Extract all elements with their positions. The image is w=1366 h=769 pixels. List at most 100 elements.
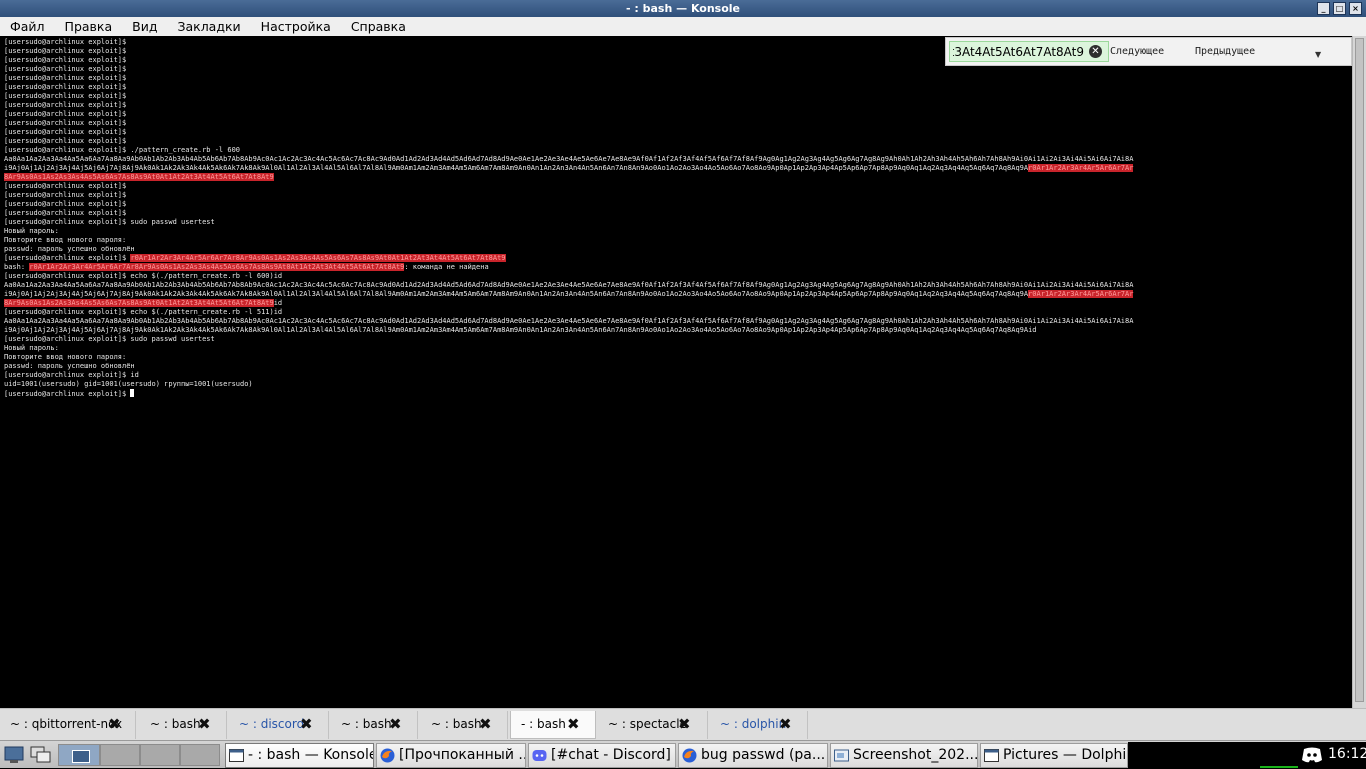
tab-label: ~ : spectacle (608, 717, 687, 731)
search-match-highlight: r0Ar1Ar2Ar3Ar4Ar5Ar6Ar7Ar (1028, 290, 1134, 298)
terminal-cursor (130, 389, 135, 397)
search-next-button[interactable]: Следующее (1110, 46, 1164, 57)
dolphin-icon (984, 749, 999, 762)
pager-desktop-3[interactable] (140, 744, 180, 766)
terminal-area[interactable]: [usersudo@archlinux exploit]$ [usersudo@… (0, 36, 1352, 708)
tab-bash-active[interactable]: - : bash ✖ (510, 711, 596, 739)
pager-window-thumb-icon (72, 750, 90, 763)
task-dolphin[interactable]: Pictures — Dolphin (980, 743, 1128, 768)
terminal-line: [usersudo@archlinux exploit]$ (4, 65, 126, 73)
terminal-text: [usersudo@archlinux exploit]$ (4, 119, 127, 127)
discord-tray-icon[interactable] (1300, 746, 1324, 764)
terminal-line: [usersudo@archlinux exploit]$ (4, 191, 126, 199)
tab-close-icon[interactable]: ✖ (300, 711, 313, 737)
terminal-line: [usersudo@archlinux exploit]$ (4, 137, 126, 145)
tab-discord[interactable]: ~ : discord ✖ (229, 711, 329, 739)
tab-label: ~ : dolphin (720, 717, 787, 731)
window-title: - : bash — Konsole (625, 2, 740, 15)
search-match-highlight: 8Ar9As0As1As2As3As4As5As6As7As8As9At0At1… (4, 299, 274, 307)
task-label: [Прочпоканный ... (399, 747, 526, 763)
terminal-line: passwd: пароль успешно обновлён (4, 362, 135, 370)
pager-desktop-2[interactable] (100, 744, 140, 766)
terminal-text: [usersudo@archlinux exploit]$ (4, 65, 127, 73)
terminal-scrollbar[interactable] (1352, 36, 1366, 708)
terminal-line: Aa0Aa1Aa2Aa3Aa4Aa5Aa6Aa7Aa8Aa9Ab0Ab1Ab2A… (4, 155, 1133, 163)
tab-close-icon[interactable]: ✖ (108, 711, 121, 737)
tab-label: - : bash (521, 717, 566, 731)
terminal-text: [usersudo@archlinux exploit]$ echo $(./p… (4, 308, 283, 316)
tab-close-icon[interactable]: ✖ (198, 711, 211, 737)
menu-help[interactable]: Справка (341, 17, 416, 36)
tab-dolphin[interactable]: ~ : dolphin ✖ (710, 711, 808, 739)
search-match-highlight: r0Ar1Ar2Ar3Ar4Ar5Ar6Ar7Ar8Ar9As0As1As2As… (29, 263, 405, 271)
tab-qbittorrent[interactable]: ~ : qbittorrent-nox ✖ (0, 711, 136, 739)
terminal-output: [usersudo@archlinux exploit]$ [usersudo@… (4, 38, 1134, 399)
menu-bookmarks[interactable]: Закладки (167, 17, 250, 36)
terminal-line: [usersudo@archlinux exploit]$ ./pattern_… (4, 146, 240, 154)
task-firefox-1[interactable]: [Прочпоканный ... (376, 743, 526, 768)
terminal-text: uid=1001(usersudo) gid=1001(usersudo) гр… (4, 380, 253, 388)
terminal-text: [usersudo@archlinux exploit]$ (4, 101, 127, 109)
terminal-text: i9Aj0Aj1Aj2Aj3Aj4Aj5Aj6Aj7Aj8Aj9Ak0Ak1Ak… (4, 326, 1037, 334)
scrollbar-thumb[interactable] (1355, 38, 1364, 702)
search-input[interactable] (949, 41, 1109, 62)
tab-bash-2[interactable]: ~ : bash ✖ (331, 711, 418, 739)
terminal-line: bash: r0Ar1Ar2Ar3Ar4Ar5Ar6Ar7Ar8Ar9As0As… (4, 263, 489, 271)
terminal-line: uid=1001(usersudo) gid=1001(usersudo) гр… (4, 380, 253, 388)
terminal-text: id (273, 299, 283, 307)
terminal-line: [usersudo@archlinux exploit]$ (4, 200, 126, 208)
terminal-text: [usersudo@archlinux exploit]$ (4, 56, 127, 64)
terminal-line: passwd: пароль успешно обновлён (4, 245, 135, 253)
terminal-line: [usersudo@archlinux exploit]$ (4, 74, 126, 82)
show-desktop-icon[interactable] (3, 745, 25, 765)
maximize-button[interactable]: □ (1333, 2, 1346, 15)
tab-close-icon[interactable]: ✖ (479, 711, 492, 737)
system-monitor-icon[interactable] (1260, 746, 1298, 768)
terminal-line: [usersudo@archlinux exploit]$ (4, 119, 126, 127)
terminal-line: [usersudo@archlinux exploit]$ (4, 83, 126, 91)
tab-bash-1[interactable]: ~ : bash ✖ (140, 711, 227, 739)
pager-desktop-4[interactable] (180, 744, 220, 766)
minimize-button[interactable]: _ (1317, 2, 1330, 15)
task-discord[interactable]: [#chat - Discord] (528, 743, 676, 768)
tab-close-icon[interactable]: ✖ (678, 711, 691, 737)
task-label: [#chat - Discord] (551, 747, 671, 763)
terminal-text: [usersudo@archlinux exploit]$ sudo passw… (4, 335, 215, 343)
tab-close-icon[interactable]: ✖ (779, 711, 792, 737)
window-list-icon[interactable] (29, 745, 53, 765)
tab-spectacle[interactable]: ~ : spectacle ✖ (598, 711, 708, 739)
terminal-text: Aa0Aa1Aa2Aa3Aa4Aa5Aa6Aa7Aa8Aa9Ab0Ab1Ab2A… (4, 317, 1134, 325)
menu-edit[interactable]: Правка (55, 17, 123, 36)
terminal-text: [usersudo@archlinux exploit]$ (4, 38, 127, 46)
terminal-line: [usersudo@archlinux exploit]$ sudo passw… (4, 218, 215, 226)
tab-label: ~ : discord (239, 717, 305, 731)
tab-close-icon[interactable]: ✖ (389, 711, 402, 737)
close-button[interactable]: × (1349, 2, 1362, 15)
terminal-text: [usersudo@archlinux exploit]$ (4, 110, 127, 118)
task-spectacle[interactable]: Screenshot_202... (830, 743, 978, 768)
menubar: Файл Правка Вид Закладки Настройка Справ… (0, 17, 1366, 37)
terminal-text: [usersudo@archlinux exploit]$ echo $(./p… (4, 272, 283, 280)
terminal-line: Aa0Aa1Aa2Aa3Aa4Aa5Aa6Aa7Aa8Aa9Ab0Ab1Ab2A… (4, 317, 1133, 325)
clear-search-icon[interactable]: ✕ (1089, 45, 1102, 58)
terminal-text: [usersudo@archlinux exploit]$ (4, 200, 127, 208)
tab-label: ~ : bash (431, 717, 482, 731)
menu-view[interactable]: Вид (122, 17, 167, 36)
window-titlebar[interactable]: - : bash — Konsole _ □ × (0, 0, 1366, 17)
task-konsole[interactable]: - : bash — Konsole (225, 743, 374, 768)
terminal-text: [usersudo@archlinux exploit]$ (4, 128, 127, 136)
pager-desktop-1[interactable] (58, 744, 100, 766)
terminal-text: Aa0Aa1Aa2Aa3Aa4Aa5Aa6Aa7Aa8Aa9Ab0Ab1Ab2A… (4, 281, 1134, 289)
search-previous-button[interactable]: Предыдущее (1195, 46, 1255, 57)
task-label: bug passwd (pa... (701, 747, 826, 763)
spectacle-icon (834, 749, 849, 762)
tab-bash-3[interactable]: ~ : bash ✖ (421, 711, 508, 739)
terminal-text: [usersudo@archlinux exploit]$ (4, 390, 131, 398)
task-firefox-2[interactable]: bug passwd (pa... (678, 743, 828, 768)
menu-settings[interactable]: Настройка (251, 17, 341, 36)
terminal-line: [usersudo@archlinux exploit]$ (4, 128, 126, 136)
tab-close-icon[interactable]: ✖ (567, 711, 580, 737)
menu-file[interactable]: Файл (0, 17, 55, 36)
terminal-line: 8Ar9As0As1As2As3As4As5As6As7As8As9At0At1… (4, 299, 282, 307)
search-options-chevron-icon[interactable]: ▼ (1315, 50, 1321, 59)
